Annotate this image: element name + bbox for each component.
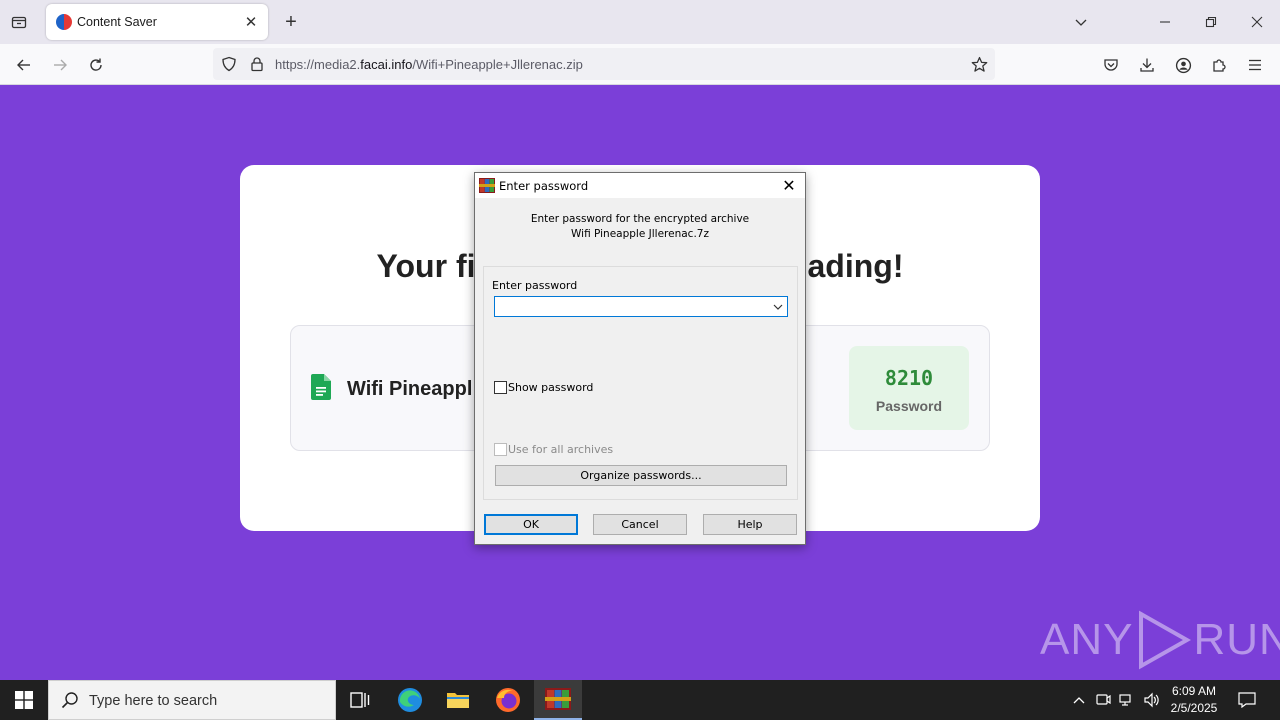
account-icon[interactable] bbox=[1170, 52, 1196, 78]
password-field-label: Enter password bbox=[492, 279, 578, 292]
password-label: Password bbox=[875, 398, 943, 414]
address-bar[interactable]: https://media2.facai.info/Wifi+Pineapple… bbox=[213, 48, 995, 80]
clock-date: 2/5/2025 bbox=[1170, 701, 1218, 715]
notifications-icon[interactable] bbox=[1236, 680, 1258, 720]
back-arrow-icon[interactable] bbox=[11, 52, 37, 78]
show-password-checkbox[interactable] bbox=[494, 381, 507, 394]
forward-arrow-icon[interactable] bbox=[47, 52, 73, 78]
dialog-message-line1: Enter password for the encrypted archive bbox=[530, 213, 750, 225]
enter-password-dialog: Enter password ✕ Enter password for the … bbox=[474, 172, 806, 545]
password-combobox[interactable] bbox=[494, 296, 788, 317]
close-window-button[interactable] bbox=[1242, 10, 1272, 34]
task-view-icon[interactable] bbox=[336, 680, 384, 720]
watermark-text-right: RUN bbox=[1193, 615, 1280, 664]
edge-browser-icon[interactable] bbox=[386, 680, 434, 720]
dialog-message: Enter password for the encrypted archive… bbox=[475, 212, 805, 242]
organize-passwords-button[interactable]: Organize passwords... bbox=[495, 465, 787, 486]
cancel-button[interactable]: Cancel bbox=[593, 514, 687, 535]
archive-name: Wifi Pineapple Jllerenac.7z bbox=[571, 228, 709, 240]
browser-tab-bar: Content Saver ✕ + bbox=[0, 0, 1280, 44]
taskbar-search-box[interactable]: Type here to search bbox=[48, 680, 336, 720]
site-favicon-icon bbox=[56, 14, 72, 30]
minimize-window-button[interactable] bbox=[1150, 10, 1180, 34]
watermark-play-icon bbox=[1139, 610, 1192, 670]
taskbar-clock[interactable]: 6:09 AM 2/5/2025 bbox=[1160, 683, 1228, 717]
new-tab-button[interactable]: + bbox=[280, 11, 302, 33]
windows-taskbar: Type here to search 6:09 AM 2/5/2025 bbox=[0, 680, 1280, 720]
firefox-icon[interactable] bbox=[484, 680, 532, 720]
browser-nav-bar: https://media2.facai.info/Wifi+Pineapple… bbox=[0, 44, 1280, 85]
bookmark-star-icon[interactable] bbox=[969, 54, 989, 74]
anyrun-watermark: ANY RUN bbox=[1040, 608, 1280, 672]
pocket-icon[interactable] bbox=[1098, 52, 1124, 78]
winrar-taskbar-icon[interactable] bbox=[534, 680, 582, 720]
watermark-text-left: ANY bbox=[1040, 615, 1134, 664]
file-name: Wifi Pineappl bbox=[347, 378, 473, 400]
use-for-all-archives-checkbox[interactable] bbox=[494, 443, 507, 456]
hamburger-menu-icon[interactable] bbox=[1242, 52, 1268, 78]
use-for-all-archives-label: Use for all archives bbox=[508, 443, 614, 456]
tab-title: Content Saver bbox=[77, 15, 157, 29]
tab-list-icon[interactable] bbox=[8, 11, 30, 33]
ok-button[interactable]: OK bbox=[484, 514, 578, 535]
meet-now-icon[interactable] bbox=[1092, 680, 1114, 720]
chevron-down-icon[interactable] bbox=[772, 301, 784, 313]
restore-window-button[interactable] bbox=[1196, 10, 1226, 34]
dialog-title: Enter password bbox=[499, 179, 589, 193]
document-file-icon bbox=[311, 374, 331, 405]
show-password-label: Show password bbox=[508, 381, 594, 394]
close-tab-icon[interactable]: ✕ bbox=[242, 13, 260, 31]
dialog-title-bar[interactable]: Enter password ✕ bbox=[475, 173, 805, 198]
reload-icon[interactable] bbox=[83, 52, 109, 78]
password-group: Enter password Show password Use for all… bbox=[483, 266, 798, 500]
help-button[interactable]: Help bbox=[703, 514, 797, 535]
show-hidden-icons-chevron-icon[interactable] bbox=[1068, 680, 1090, 720]
browser-tab-content-saver[interactable]: Content Saver ✕ bbox=[46, 4, 268, 40]
password-value: 8210 bbox=[884, 366, 934, 390]
url-text: https://media2.facai.info/Wifi+Pineapple… bbox=[275, 57, 583, 72]
volume-speaker-icon[interactable] bbox=[1140, 680, 1162, 720]
extensions-puzzle-icon[interactable] bbox=[1206, 52, 1232, 78]
downloads-icon[interactable] bbox=[1134, 52, 1160, 78]
dialog-close-icon[interactable]: ✕ bbox=[781, 176, 797, 195]
tracking-protection-shield-icon[interactable] bbox=[219, 54, 239, 74]
search-icon bbox=[61, 691, 79, 714]
winrar-app-icon bbox=[479, 178, 495, 193]
windows-start-icon[interactable] bbox=[0, 680, 48, 720]
file-explorer-folder-icon[interactable] bbox=[434, 680, 482, 720]
list-all-tabs-chevron-icon[interactable] bbox=[1066, 10, 1096, 34]
search-placeholder: Type here to search bbox=[89, 693, 218, 709]
lock-icon[interactable] bbox=[247, 54, 267, 74]
network-icon[interactable] bbox=[1116, 680, 1138, 720]
password-box: 8210 Password bbox=[849, 346, 969, 430]
clock-time: 6:09 AM bbox=[1171, 684, 1217, 698]
